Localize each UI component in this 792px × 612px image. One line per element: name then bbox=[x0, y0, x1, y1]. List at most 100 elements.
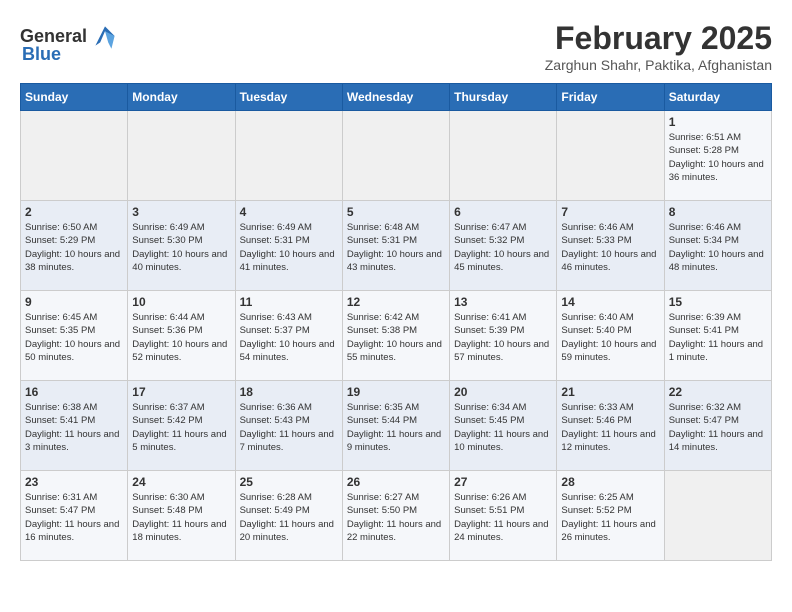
day-number: 8 bbox=[669, 205, 767, 219]
header-thursday: Thursday bbox=[450, 84, 557, 111]
day-number: 20 bbox=[454, 385, 552, 399]
day-info: Sunrise: 6:51 AM Sunset: 5:28 PM Dayligh… bbox=[669, 131, 767, 184]
day-number: 4 bbox=[240, 205, 338, 219]
calendar-cell: 25 Sunrise: 6:28 AM Sunset: 5:49 PM Dayli… bbox=[235, 471, 342, 561]
calendar-week-4: 16 Sunrise: 6:38 AM Sunset: 5:41 PM Dayli… bbox=[21, 381, 772, 471]
calendar-cell: 7Sunrise: 6:46 AM Sunset: 5:33 PM Daylig… bbox=[557, 201, 664, 291]
calendar-cell: 28 Sunrise: 6:25 AM Sunset: 5:52 PM Dayli… bbox=[557, 471, 664, 561]
calendar-subtitle: Zarghun Shahr, Paktika, Afghanistan bbox=[545, 57, 772, 73]
header-sunday: Sunday bbox=[21, 84, 128, 111]
day-info: Sunrise: 6:28 AM Sunset: 5:49 PM Dayligh… bbox=[240, 491, 338, 544]
day-number: 14 bbox=[561, 295, 659, 309]
day-number: 28 bbox=[561, 475, 659, 489]
calendar-cell: 26 Sunrise: 6:27 AM Sunset: 5:50 PM Dayli… bbox=[342, 471, 449, 561]
day-number: 1 bbox=[669, 115, 767, 129]
day-info: Sunrise: 6:42 AM Sunset: 5:38 PM Dayligh… bbox=[347, 311, 445, 364]
day-number: 25 bbox=[240, 475, 338, 489]
day-number: 18 bbox=[240, 385, 338, 399]
calendar-cell bbox=[664, 471, 771, 561]
calendar-week-2: 2 Sunrise: 6:50 AM Sunset: 5:29 PM Daylig… bbox=[21, 201, 772, 291]
calendar-cell: 5Sunrise: 6:48 AM Sunset: 5:31 PM Daylig… bbox=[342, 201, 449, 291]
calendar-cell bbox=[557, 111, 664, 201]
day-number: 26 bbox=[347, 475, 445, 489]
calendar-cell: 15 Sunrise: 6:39 AM Sunset: 5:41 PM Dayli… bbox=[664, 291, 771, 381]
day-info: Sunrise: 6:43 AM Sunset: 5:37 PM Dayligh… bbox=[240, 311, 338, 364]
day-info: Sunrise: 6:49 AM Sunset: 5:30 PM Dayligh… bbox=[132, 221, 230, 274]
day-info: Sunrise: 6:32 AM Sunset: 5:47 PM Dayligh… bbox=[669, 401, 767, 454]
day-info: Sunrise: 6:34 AM Sunset: 5:45 PM Dayligh… bbox=[454, 401, 552, 454]
calendar-cell: 22 Sunrise: 6:32 AM Sunset: 5:47 PM Dayli… bbox=[664, 381, 771, 471]
calendar-cell bbox=[21, 111, 128, 201]
page-header: General Blue February 2025 Zarghun Shahr… bbox=[20, 20, 772, 73]
calendar-week-5: 23 Sunrise: 6:31 AM Sunset: 5:47 PM Dayli… bbox=[21, 471, 772, 561]
day-number: 11 bbox=[240, 295, 338, 309]
calendar-cell: 12 Sunrise: 6:42 AM Sunset: 5:38 PM Dayli… bbox=[342, 291, 449, 381]
calendar-title: February 2025 bbox=[545, 20, 772, 57]
day-info: Sunrise: 6:30 AM Sunset: 5:48 PM Dayligh… bbox=[132, 491, 230, 544]
calendar-cell: 6 Sunrise: 6:47 AM Sunset: 5:32 PM Daylig… bbox=[450, 201, 557, 291]
day-info: Sunrise: 6:38 AM Sunset: 5:41 PM Dayligh… bbox=[25, 401, 123, 454]
day-number: 21 bbox=[561, 385, 659, 399]
day-info: Sunrise: 6:27 AM Sunset: 5:50 PM Dayligh… bbox=[347, 491, 445, 544]
day-number: 17 bbox=[132, 385, 230, 399]
day-info: Sunrise: 6:37 AM Sunset: 5:42 PM Dayligh… bbox=[132, 401, 230, 454]
calendar-cell: 16 Sunrise: 6:38 AM Sunset: 5:41 PM Dayli… bbox=[21, 381, 128, 471]
day-info: Sunrise: 6:50 AM Sunset: 5:29 PM Dayligh… bbox=[25, 221, 123, 274]
day-number: 2 bbox=[25, 205, 123, 219]
day-info: Sunrise: 6:47 AM Sunset: 5:32 PM Dayligh… bbox=[454, 221, 552, 274]
day-number: 16 bbox=[25, 385, 123, 399]
calendar-cell: 17 Sunrise: 6:37 AM Sunset: 5:42 PM Dayli… bbox=[128, 381, 235, 471]
calendar-cell: 13Sunrise: 6:41 AM Sunset: 5:39 PM Dayli… bbox=[450, 291, 557, 381]
day-number: 7 bbox=[561, 205, 659, 219]
calendar-week-1: 1 Sunrise: 6:51 AM Sunset: 5:28 PM Daylig… bbox=[21, 111, 772, 201]
day-number: 9 bbox=[25, 295, 123, 309]
calendar-cell: 27Sunrise: 6:26 AM Sunset: 5:51 PM Dayli… bbox=[450, 471, 557, 561]
day-number: 5 bbox=[347, 205, 445, 219]
day-number: 3 bbox=[132, 205, 230, 219]
day-number: 23 bbox=[25, 475, 123, 489]
day-info: Sunrise: 6:26 AM Sunset: 5:51 PM Dayligh… bbox=[454, 491, 552, 544]
day-info: Sunrise: 6:35 AM Sunset: 5:44 PM Dayligh… bbox=[347, 401, 445, 454]
day-number: 6 bbox=[454, 205, 552, 219]
calendar-cell bbox=[128, 111, 235, 201]
day-info: Sunrise: 6:33 AM Sunset: 5:46 PM Dayligh… bbox=[561, 401, 659, 454]
day-info: Sunrise: 6:25 AM Sunset: 5:52 PM Dayligh… bbox=[561, 491, 659, 544]
day-number: 12 bbox=[347, 295, 445, 309]
calendar-cell: 8 Sunrise: 6:46 AM Sunset: 5:34 PM Daylig… bbox=[664, 201, 771, 291]
day-info: Sunrise: 6:44 AM Sunset: 5:36 PM Dayligh… bbox=[132, 311, 230, 364]
calendar-cell: 4Sunrise: 6:49 AM Sunset: 5:31 PM Daylig… bbox=[235, 201, 342, 291]
day-number: 22 bbox=[669, 385, 767, 399]
day-info: Sunrise: 6:45 AM Sunset: 5:35 PM Dayligh… bbox=[25, 311, 123, 364]
header-monday: Monday bbox=[128, 84, 235, 111]
calendar-cell: 23 Sunrise: 6:31 AM Sunset: 5:47 PM Dayli… bbox=[21, 471, 128, 561]
calendar-cell: 19 Sunrise: 6:35 AM Sunset: 5:44 PM Dayli… bbox=[342, 381, 449, 471]
title-block: February 2025 Zarghun Shahr, Paktika, Af… bbox=[545, 20, 772, 73]
day-info: Sunrise: 6:40 AM Sunset: 5:40 PM Dayligh… bbox=[561, 311, 659, 364]
calendar-cell: 1 Sunrise: 6:51 AM Sunset: 5:28 PM Daylig… bbox=[664, 111, 771, 201]
day-info: Sunrise: 6:46 AM Sunset: 5:34 PM Dayligh… bbox=[669, 221, 767, 274]
day-info: Sunrise: 6:31 AM Sunset: 5:47 PM Dayligh… bbox=[25, 491, 123, 544]
calendar-cell: 24 Sunrise: 6:30 AM Sunset: 5:48 PM Dayli… bbox=[128, 471, 235, 561]
calendar-cell: 3 Sunrise: 6:49 AM Sunset: 5:30 PM Daylig… bbox=[128, 201, 235, 291]
day-number: 10 bbox=[132, 295, 230, 309]
calendar-cell: 9 Sunrise: 6:45 AM Sunset: 5:35 PM Daylig… bbox=[21, 291, 128, 381]
day-number: 15 bbox=[669, 295, 767, 309]
calendar-cell bbox=[450, 111, 557, 201]
calendar-header-row: SundayMondayTuesdayWednesdayThursdayFrid… bbox=[21, 84, 772, 111]
calendar-cell: 11 Sunrise: 6:43 AM Sunset: 5:37 PM Dayli… bbox=[235, 291, 342, 381]
header-tuesday: Tuesday bbox=[235, 84, 342, 111]
logo-icon bbox=[89, 20, 121, 52]
logo: General Blue bbox=[20, 20, 121, 65]
header-saturday: Saturday bbox=[664, 84, 771, 111]
day-number: 13 bbox=[454, 295, 552, 309]
calendar-cell bbox=[342, 111, 449, 201]
day-number: 24 bbox=[132, 475, 230, 489]
calendar-table: SundayMondayTuesdayWednesdayThursdayFrid… bbox=[20, 83, 772, 561]
calendar-week-3: 9 Sunrise: 6:45 AM Sunset: 5:35 PM Daylig… bbox=[21, 291, 772, 381]
logo-blue: Blue bbox=[22, 44, 61, 65]
day-info: Sunrise: 6:39 AM Sunset: 5:41 PM Dayligh… bbox=[669, 311, 767, 364]
header-wednesday: Wednesday bbox=[342, 84, 449, 111]
calendar-cell: 20 Sunrise: 6:34 AM Sunset: 5:45 PM Dayli… bbox=[450, 381, 557, 471]
day-number: 19 bbox=[347, 385, 445, 399]
calendar-cell: 14 Sunrise: 6:40 AM Sunset: 5:40 PM Dayli… bbox=[557, 291, 664, 381]
